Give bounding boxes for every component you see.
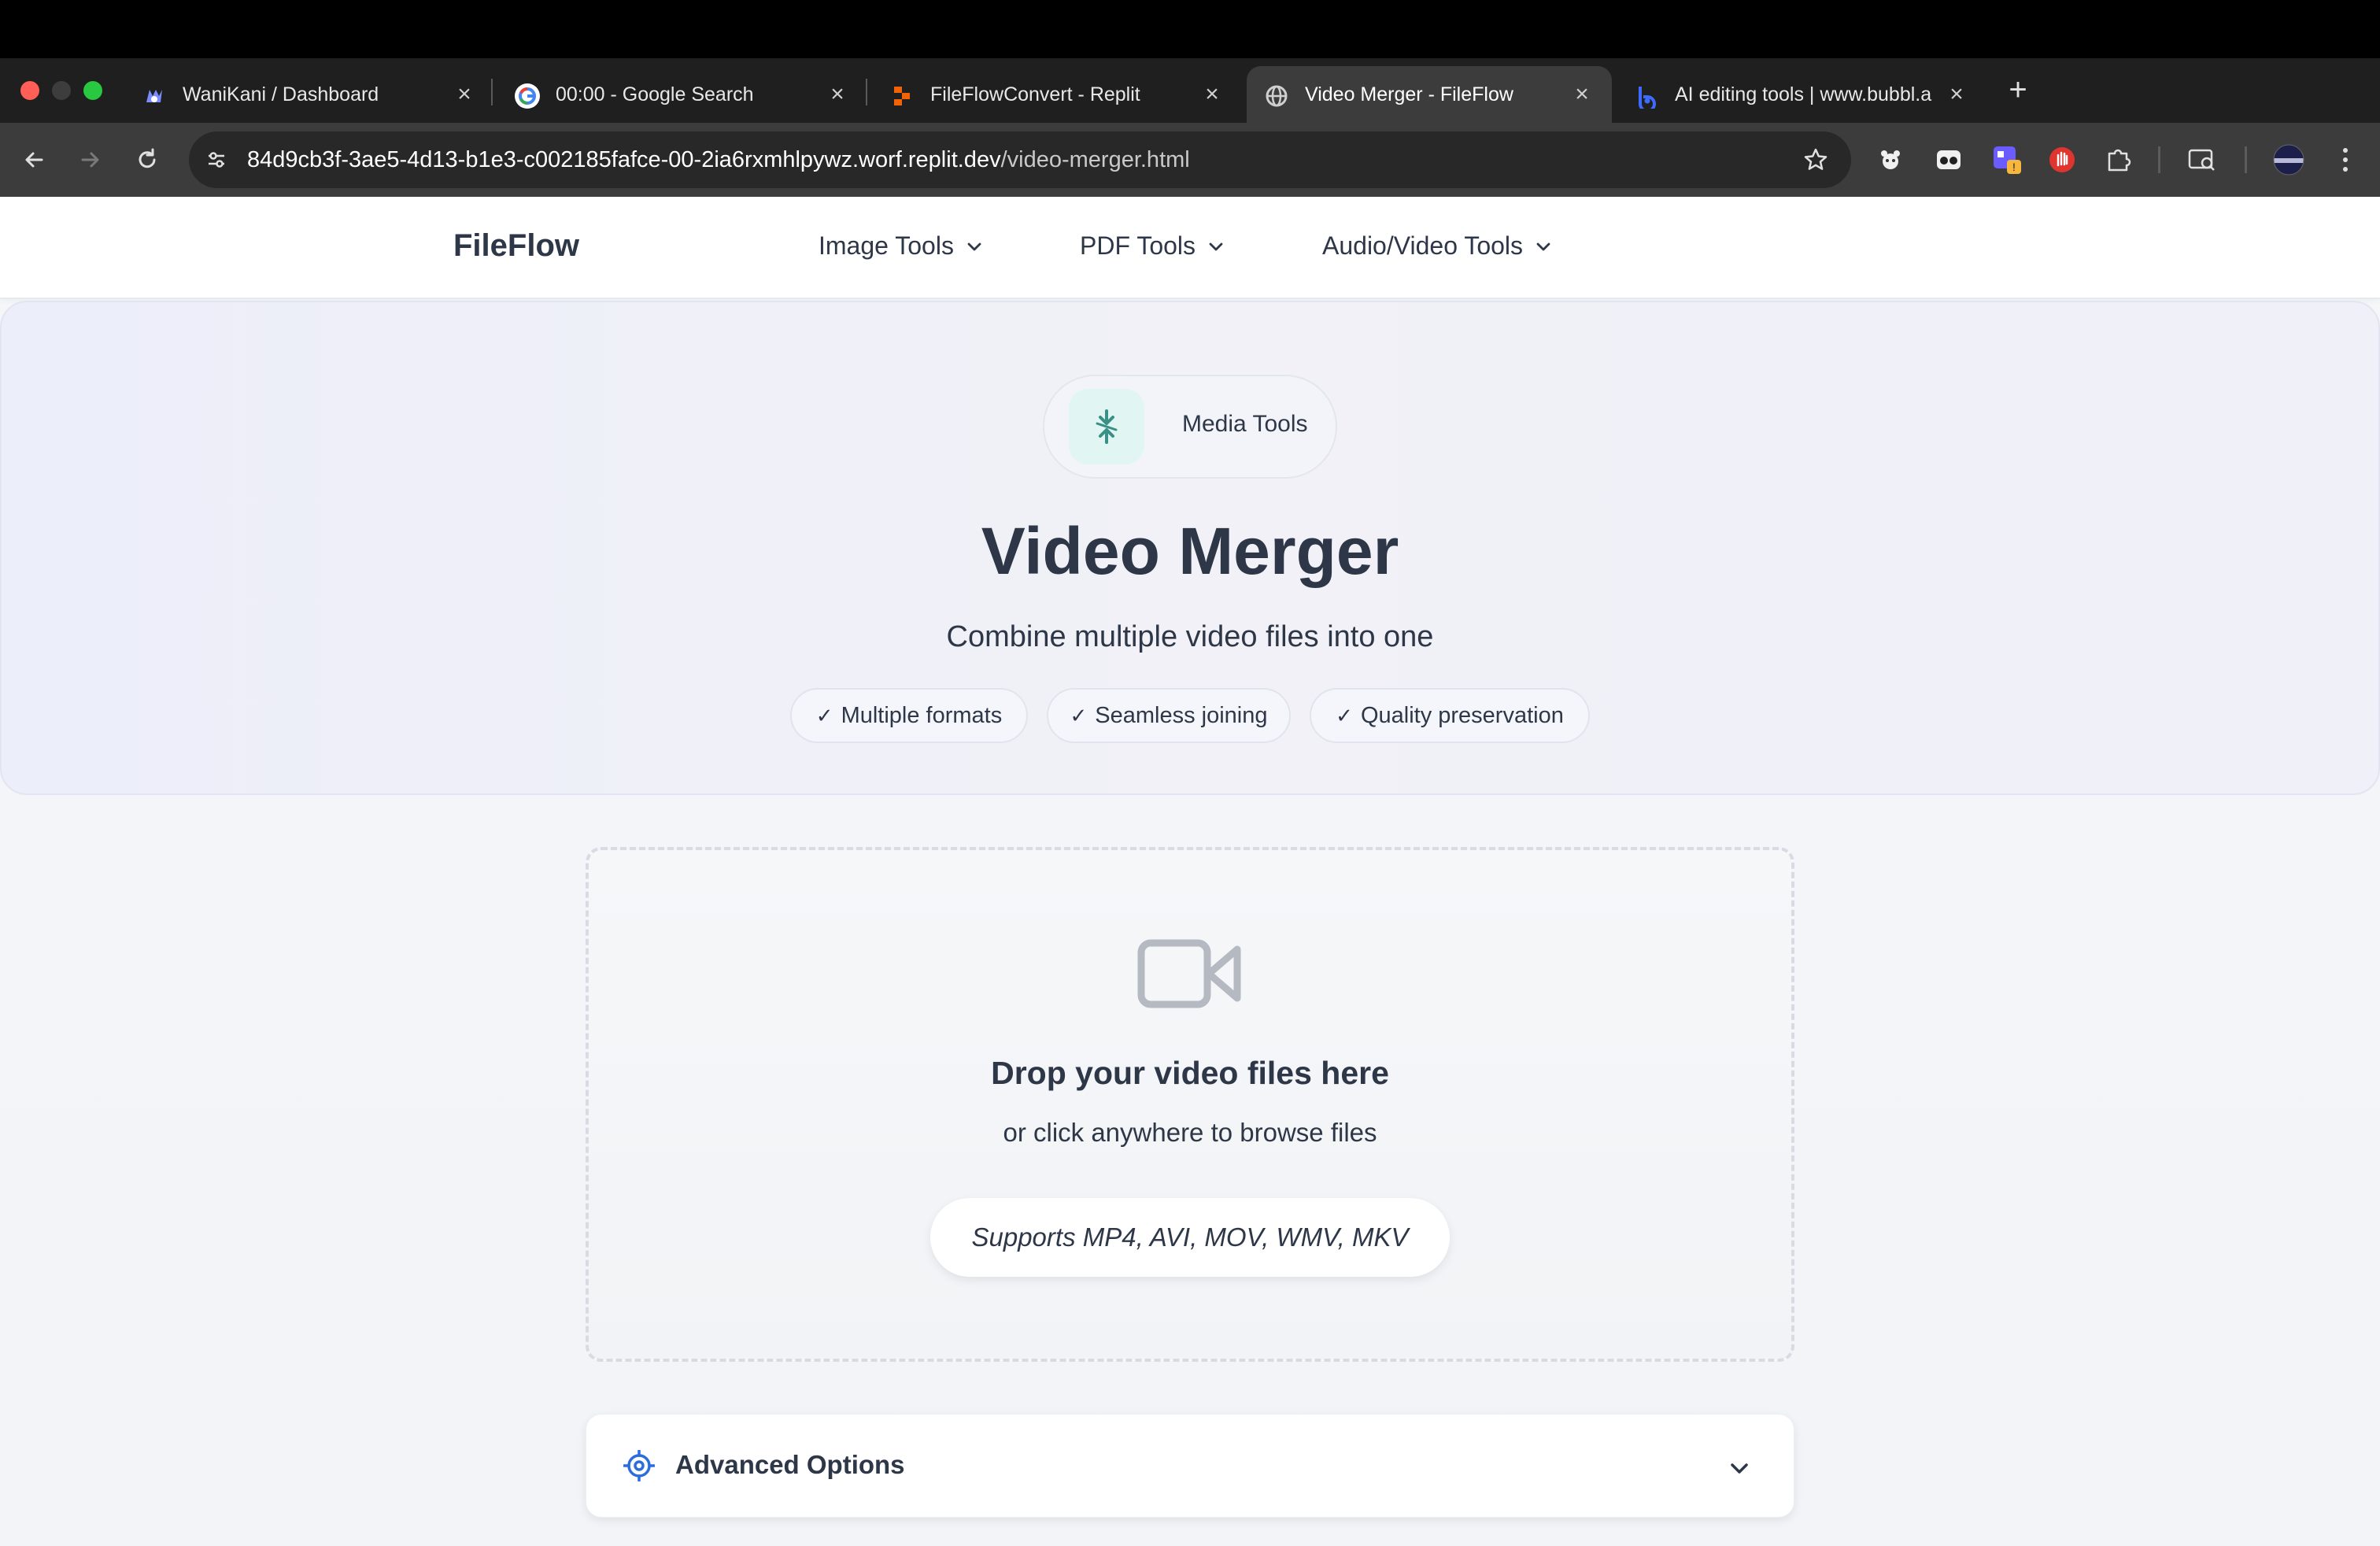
new-tab-button[interactable]: + (2002, 74, 2034, 105)
close-icon[interactable]: × (1198, 80, 1226, 109)
wanikani-icon (142, 83, 167, 109)
feature-label: Seamless joining (1095, 702, 1268, 728)
nav-label: Image Tools (819, 231, 954, 260)
tab-label: FileFlowConvert - Replit (930, 83, 1140, 105)
drop-zone-title: Drop your video files here (991, 1055, 1389, 1091)
tab-divider (491, 79, 493, 105)
tab-wanikani[interactable]: WaniKani / Dashboard × (124, 66, 494, 123)
page-subtitle: Combine multiple video files into one (946, 620, 1434, 653)
close-icon[interactable]: × (823, 80, 852, 109)
tab-label: AI editing tools | www.bubbl.a (1675, 83, 1932, 105)
feature-label: Quality preservation (1360, 702, 1564, 728)
tab-video-merger[interactable]: Video Merger - FileFlow × (1247, 66, 1612, 123)
url-text[interactable]: 84d9cb3f-3ae5-4d13-b1e3-c002185fafce-00-… (247, 143, 1190, 176)
maximize-window-button[interactable] (83, 81, 102, 100)
tab-label: Video Merger - FileFlow (1305, 83, 1513, 105)
reload-button[interactable] (129, 142, 165, 178)
extensions-puzzle-icon[interactable] (2101, 142, 2136, 177)
extension-paw-icon[interactable] (1873, 142, 1908, 177)
video-camera-icon (1136, 938, 1244, 1013)
bookmark-star-icon[interactable] (1798, 142, 1834, 178)
check-icon: ✓ (1336, 703, 1353, 727)
google-icon (515, 83, 540, 109)
tab-divider (866, 79, 867, 105)
settings-gear-icon (623, 1449, 656, 1482)
chevron-down-icon[interactable] (1724, 1453, 1755, 1485)
nav-label: Audio/Video Tools (1322, 231, 1524, 260)
close-icon[interactable]: × (1942, 80, 1971, 109)
nav-pdf-tools[interactable]: PDF Tools (1080, 231, 1225, 261)
close-icon[interactable]: × (450, 80, 479, 109)
page-title: Video Merger (981, 514, 1399, 588)
svg-text:!: ! (2012, 161, 2016, 173)
menu-bar (0, 0, 2380, 58)
chevron-down-icon (967, 242, 981, 250)
drop-zone-subtitle: or click anywhere to browse files (1003, 1118, 1377, 1147)
advanced-options-label: Advanced Options (675, 1450, 905, 1479)
feature-chip: ✓ Quality preservation (1310, 688, 1590, 743)
toolbar-divider (2158, 146, 2160, 173)
site-info-icon[interactable] (200, 143, 233, 176)
extension-glasses-icon[interactable] (1931, 142, 1966, 177)
tab-label: WaniKani / Dashboard (183, 83, 379, 105)
site-logo[interactable]: FileFlow (453, 228, 579, 264)
globe-icon (1264, 83, 1289, 109)
chevron-down-icon (1209, 242, 1223, 250)
close-window-button[interactable] (20, 81, 39, 100)
minimize-window-button[interactable] (52, 81, 71, 100)
nav-image-tools[interactable]: Image Tools (819, 231, 984, 261)
url-host: 84d9cb3f-3ae5-4d13-b1e3-c002185fafce-00-… (247, 147, 1001, 172)
check-icon: ✓ (815, 703, 833, 727)
url-path: /video-merger.html (1000, 147, 1190, 172)
profile-avatar[interactable] (2271, 142, 2306, 177)
nav-label: PDF Tools (1080, 231, 1196, 260)
extension-hand-icon[interactable] (2045, 142, 2079, 177)
supported-formats-pill: Supports MP4, AVI, MOV, WMV, MKV (930, 1198, 1450, 1277)
category-badge-label: Media Tools (1182, 411, 1308, 437)
browser-window: WaniKani / Dashboard × 00:00 - Google Se… (0, 0, 2380, 1546)
tab-label: 00:00 - Google Search (556, 83, 754, 105)
forward-button[interactable] (72, 142, 109, 178)
tab-search-icon[interactable] (2185, 142, 2219, 177)
bubbl-icon (1634, 83, 1659, 109)
feature-label: Multiple formats (841, 702, 1003, 728)
nav-audio-video-tools[interactable]: Audio/Video Tools (1322, 231, 1553, 261)
check-icon: ✓ (1070, 703, 1088, 727)
chevron-down-icon (1536, 242, 1550, 250)
back-button[interactable] (16, 142, 52, 178)
toolbar-divider (2245, 146, 2247, 173)
replit-icon (889, 83, 915, 109)
tab-google-search[interactable]: 00:00 - Google Search × (497, 66, 867, 123)
tab-bubbl[interactable]: AI editing tools | www.bubbl.a × (1617, 66, 1986, 123)
file-drop-zone[interactable] (586, 847, 1794, 1362)
merge-arrows-icon (1069, 389, 1144, 464)
feature-chip: ✓ Multiple formats (790, 688, 1028, 743)
tab-replit[interactable]: FileFlowConvert - Replit × (872, 66, 1242, 123)
menu-kebab-icon[interactable] (2328, 142, 2363, 177)
feature-chip: ✓ Seamless joining (1047, 688, 1291, 743)
extension-calendar-icon[interactable]: ! (1990, 142, 2024, 177)
close-icon[interactable]: × (1568, 80, 1596, 109)
